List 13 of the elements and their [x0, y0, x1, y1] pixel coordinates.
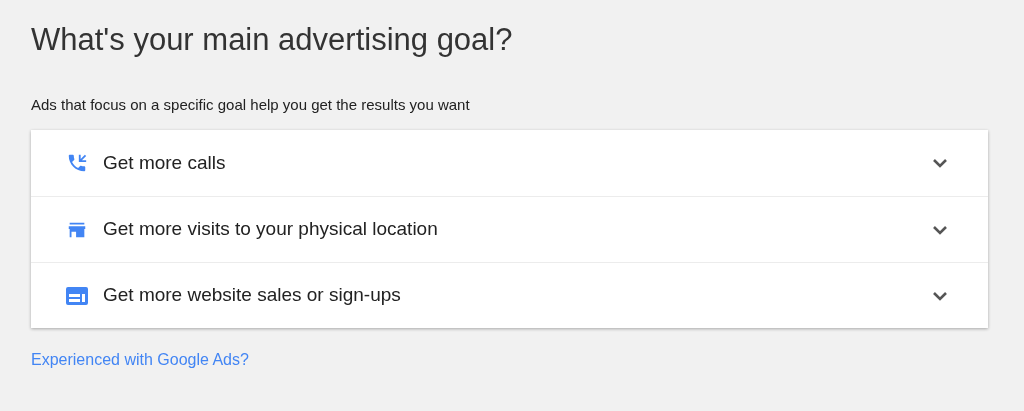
goal-label: Get more visits to your physical location — [103, 217, 439, 242]
goal-row[interactable]: Get more visits to your physical location — [31, 196, 988, 262]
chevron-icon[interactable] — [932, 290, 948, 301]
goal-label: Get more website sales or sign-ups — [103, 283, 402, 308]
web-icon — [65, 284, 89, 307]
page-title: What's your main advertising goal? — [31, 21, 514, 59]
chevron-icon[interactable] — [932, 158, 948, 168]
chevron-icon[interactable] — [932, 224, 948, 235]
goal-row[interactable]: Get more website sales or sign-ups — [31, 262, 988, 328]
phone-icon — [66, 152, 88, 174]
goal-row[interactable]: Get more calls — [31, 130, 988, 196]
goal-label: Get more calls — [103, 150, 227, 175]
page-subtitle: Ads that focus on a specific goal help you get the results you want — [31, 95, 471, 115]
